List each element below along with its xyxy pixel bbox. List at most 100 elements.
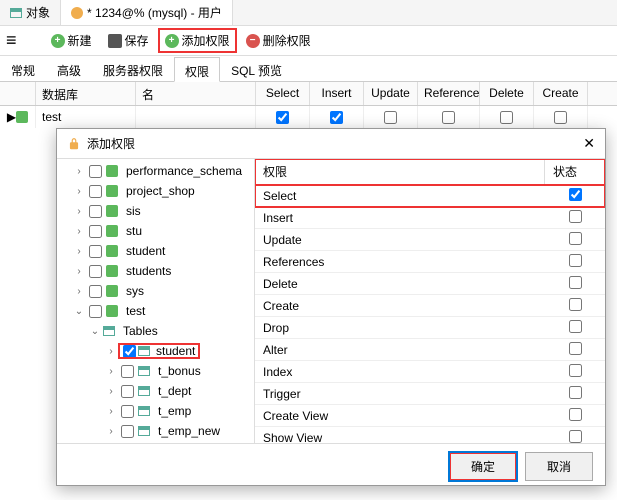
cell-delete-checkbox[interactable]: [500, 111, 513, 124]
expand-toggle[interactable]: ›: [73, 286, 85, 297]
tab-advanced[interactable]: 高级: [46, 56, 92, 81]
col-delete[interactable]: Delete: [480, 82, 534, 105]
tree-checkbox[interactable]: [89, 205, 102, 218]
privilege-row[interactable]: Alter: [255, 339, 605, 361]
tree-checkbox[interactable]: [89, 285, 102, 298]
save-button[interactable]: 保存: [102, 29, 155, 52]
col-state[interactable]: 状态: [545, 159, 605, 184]
privilege-checkbox[interactable]: [569, 430, 582, 443]
col-privilege[interactable]: 权限: [255, 159, 545, 184]
col-db[interactable]: 数据库: [36, 82, 136, 105]
privilege-checkbox[interactable]: [569, 342, 582, 355]
ok-button[interactable]: 确定: [449, 452, 517, 481]
expand-toggle[interactable]: ⌄: [73, 306, 85, 317]
expand-toggle[interactable]: ›: [73, 266, 85, 277]
close-button[interactable]: ✕: [583, 135, 595, 152]
tab-priv[interactable]: 权限: [174, 57, 220, 82]
privilege-checkbox[interactable]: [569, 210, 582, 223]
col-reference[interactable]: Reference: [418, 82, 480, 105]
tree-node[interactable]: ›t_emp: [57, 401, 254, 421]
col-select[interactable]: Select: [256, 82, 310, 105]
privilege-pane[interactable]: 权限 状态 SelectInsertUpdateReferencesDelete…: [255, 159, 605, 443]
privilege-row[interactable]: Insert: [255, 207, 605, 229]
tree-checkbox[interactable]: [123, 345, 136, 358]
expand-toggle[interactable]: ›: [73, 226, 85, 237]
expand-toggle[interactable]: ›: [73, 246, 85, 257]
new-button[interactable]: + 新建: [45, 29, 98, 52]
tab-objects[interactable]: 对象: [0, 0, 61, 25]
privilege-checkbox[interactable]: [569, 276, 582, 289]
tree-node[interactable]: ›t_emp_new: [57, 421, 254, 441]
expand-toggle[interactable]: ›: [105, 386, 117, 397]
tree-node[interactable]: ›stu: [57, 221, 254, 241]
tree-checkbox[interactable]: [89, 265, 102, 278]
tab-general[interactable]: 常规: [0, 56, 46, 81]
dialog-titlebar[interactable]: 添加权限 ✕: [57, 129, 605, 159]
privilege-row[interactable]: Select: [255, 185, 605, 207]
menu-icon[interactable]: ≡: [6, 30, 17, 51]
privilege-row[interactable]: Create: [255, 295, 605, 317]
col-insert[interactable]: Insert: [310, 82, 364, 105]
tree-checkbox[interactable]: [89, 245, 102, 258]
tree-checkbox[interactable]: [121, 425, 134, 438]
tree-checkbox[interactable]: [89, 165, 102, 178]
expand-toggle[interactable]: ›: [105, 426, 117, 437]
tab-user[interactable]: * 1234@% (mysql) - 用户: [61, 0, 233, 25]
tree-node[interactable]: ›t_dept: [57, 381, 254, 401]
cell-reference-checkbox[interactable]: [442, 111, 455, 124]
tree-node[interactable]: ›t_bonus: [57, 361, 254, 381]
privilege-row[interactable]: References: [255, 251, 605, 273]
expand-toggle[interactable]: ›: [73, 186, 85, 197]
privilege-checkbox[interactable]: [569, 320, 582, 333]
expand-toggle[interactable]: ›: [73, 206, 85, 217]
col-update[interactable]: Update: [364, 82, 418, 105]
privilege-row[interactable]: Show View: [255, 427, 605, 443]
privilege-checkbox[interactable]: [569, 386, 582, 399]
tree-checkbox[interactable]: [89, 225, 102, 238]
tree-node[interactable]: ›project_shop: [57, 181, 254, 201]
privilege-checkbox[interactable]: [569, 188, 582, 201]
col-name[interactable]: 名: [136, 82, 256, 105]
cancel-button[interactable]: 取消: [525, 452, 593, 481]
tree-checkbox[interactable]: [121, 365, 134, 378]
privilege-checkbox[interactable]: [569, 408, 582, 421]
expand-toggle[interactable]: ›: [105, 366, 117, 377]
tab-server-priv[interactable]: 服务器权限: [92, 56, 174, 81]
expand-toggle[interactable]: ›: [73, 166, 85, 177]
tree-node[interactable]: ›student: [57, 241, 254, 261]
privilege-row[interactable]: Update: [255, 229, 605, 251]
tree-checkbox[interactable]: [89, 305, 102, 318]
tree-node[interactable]: ⌄Tables: [57, 321, 254, 341]
add-privilege-button[interactable]: + 添加权限: [159, 29, 236, 52]
privilege-row[interactable]: Index: [255, 361, 605, 383]
cell-update-checkbox[interactable]: [384, 111, 397, 124]
delete-privilege-button[interactable]: − 删除权限: [240, 29, 317, 52]
privilege-checkbox[interactable]: [569, 298, 582, 311]
tab-sql-preview[interactable]: SQL 预览: [220, 56, 293, 81]
cell-db[interactable]: test: [36, 106, 136, 128]
tree-node[interactable]: ›sys: [57, 281, 254, 301]
expand-toggle[interactable]: ›: [105, 346, 117, 357]
tree-node[interactable]: ›sis: [57, 201, 254, 221]
privilege-checkbox[interactable]: [569, 364, 582, 377]
tree-node[interactable]: ›t_message: [57, 441, 254, 443]
tree-node[interactable]: ›students: [57, 261, 254, 281]
cell-name[interactable]: [136, 106, 256, 128]
tree-checkbox[interactable]: [121, 405, 134, 418]
privilege-row[interactable]: Create View: [255, 405, 605, 427]
tree-node[interactable]: ›performance_schema: [57, 161, 254, 181]
cell-create-checkbox[interactable]: [554, 111, 567, 124]
tree-node[interactable]: ›student: [57, 341, 254, 361]
cell-select-checkbox[interactable]: [276, 111, 289, 124]
tree-node[interactable]: ⌄test: [57, 301, 254, 321]
grid-row[interactable]: ▶ test: [0, 106, 617, 128]
privilege-row[interactable]: Drop: [255, 317, 605, 339]
tree-checkbox[interactable]: [89, 185, 102, 198]
cell-insert-checkbox[interactable]: [330, 111, 343, 124]
privilege-checkbox[interactable]: [569, 232, 582, 245]
tree-pane[interactable]: ›performance_schema›project_shop›sis›stu…: [57, 159, 255, 443]
privilege-checkbox[interactable]: [569, 254, 582, 267]
tree-checkbox[interactable]: [121, 385, 134, 398]
expand-toggle[interactable]: ›: [105, 406, 117, 417]
expand-toggle[interactable]: ⌄: [89, 326, 101, 337]
